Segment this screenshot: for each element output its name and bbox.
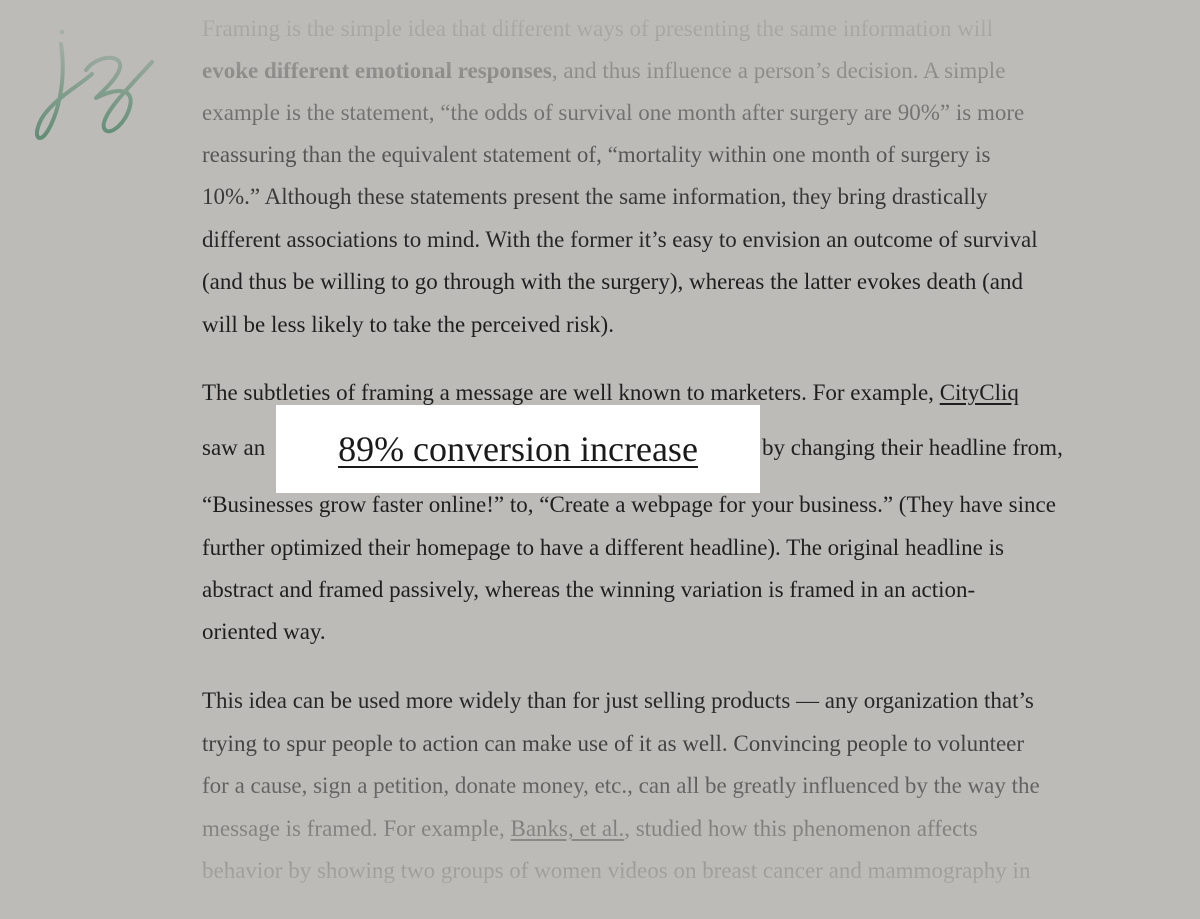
paragraph-3-line-1: This idea can be used more widely than f… <box>202 688 1034 713</box>
paragraph-2-line-2-end: by changing their headline from, <box>762 435 1063 460</box>
paragraph-1-line-7: (and thus be willing to go through with … <box>202 269 1023 294</box>
paragraph-2-line-6: oriented way. <box>202 619 326 644</box>
banks-et-al-link[interactable]: Banks, et al. <box>511 816 625 841</box>
paragraph-2-line-3: “Businesses grow faster online!” to, “Cr… <box>202 492 1056 517</box>
highlight-callout: 89% conversion increase <box>276 405 760 493</box>
conversion-increase-link[interactable]: 89% conversion increase <box>338 428 698 470</box>
paragraph-3-line-2: trying to spur people to action can make… <box>202 731 1025 756</box>
paragraph-2-line-1: The subtleties of framing a message are … <box>202 380 1019 405</box>
paragraph-1-line-4: reassuring than the equivalent statement… <box>202 142 991 167</box>
paragraph-3-line-3: for a cause, sign a petition, donate mon… <box>202 773 1040 798</box>
paragraph-1-line-5: 10%.” Although these statements present … <box>202 184 988 209</box>
citycliq-link[interactable]: CityCliq <box>940 380 1019 405</box>
paragraph-1-line-1: Framing is the simple idea that differen… <box>202 16 993 41</box>
emphasis-text: evoke different emotional responses <box>202 58 552 83</box>
paragraph-1-line-3: example is the statement, “the odds of s… <box>202 100 1025 125</box>
paragraph-2-line-4: further optimized their homepage to have… <box>202 535 1004 560</box>
paragraph-1-line-6: different associations to mind. With the… <box>202 227 1038 252</box>
paragraph-2-line-5: abstract and framed passively, whereas t… <box>202 577 976 602</box>
paragraph-2-line-2-start: saw an <box>202 435 266 460</box>
paragraph-1-line-2: evoke different emotional responses, and… <box>202 58 1006 83</box>
paragraph-3-line-5: behavior by showing two groups of women … <box>202 858 1031 883</box>
paragraph-1-line-8: will be less likely to take the perceive… <box>202 312 614 337</box>
jz-logo <box>34 29 154 140</box>
paragraph-3-line-4: message is framed. For example, Banks, e… <box>202 816 978 841</box>
